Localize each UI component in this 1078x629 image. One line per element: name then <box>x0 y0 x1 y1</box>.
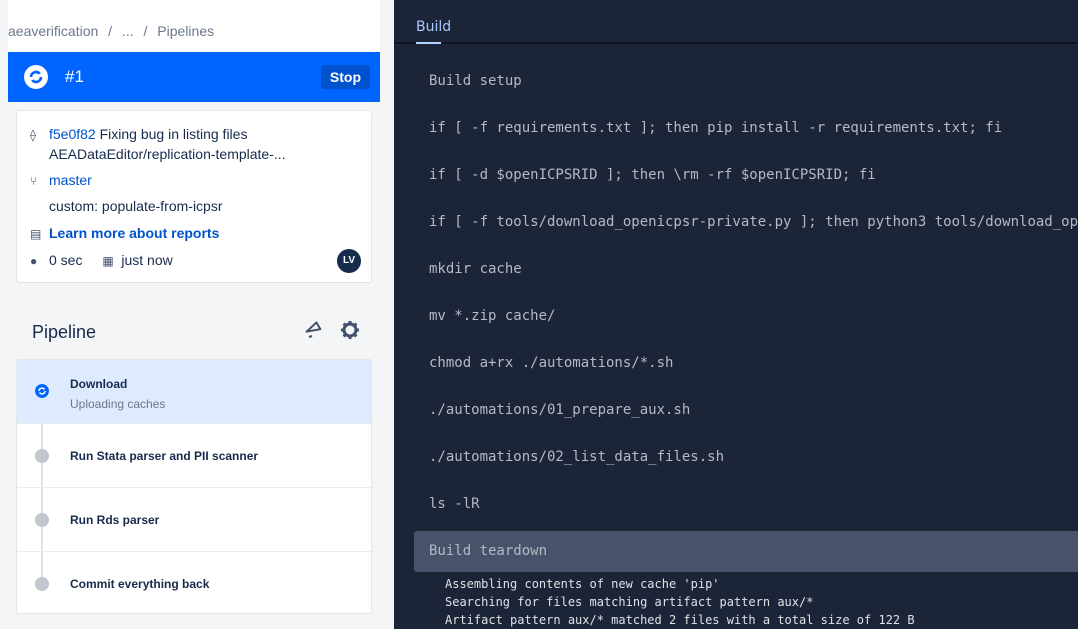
log-command[interactable]: if [ -f tools/download_openicpsr-private… <box>429 214 1078 230</box>
reports-link[interactable]: Learn more about reports <box>49 225 219 241</box>
branch-icon: ⑂ <box>30 174 38 189</box>
meta-row: ● 0 sec ▦ just now <box>30 252 173 268</box>
stop-button[interactable]: Stop <box>320 65 370 89</box>
commit-row: ⟠ f5e0f82 Fixing bug in listing files <box>30 126 247 142</box>
pipeline-steps: Download Uploading caches Run Stata pars… <box>16 359 372 614</box>
calendar-icon: ▦ <box>102 254 114 269</box>
step-name: Commit everything back <box>70 577 210 591</box>
duration: 0 sec <box>49 252 83 268</box>
log-command[interactable]: ls -lR <box>429 496 480 512</box>
run-number: #1 <box>65 67 84 86</box>
breadcrumb-separator: / <box>143 23 148 39</box>
avatar[interactable]: LV <box>337 249 361 273</box>
tab-divider <box>394 42 1078 44</box>
breadcrumb-workspace[interactable]: aeaverification <box>8 23 98 39</box>
pipeline-title: Pipeline <box>32 322 97 342</box>
breadcrumb-ellipsis[interactable]: ... <box>122 23 134 39</box>
step-rds-parser[interactable]: Run Rds parser <box>17 488 371 552</box>
step-name: Run Rds parser <box>70 513 160 527</box>
notification-icon[interactable] <box>304 319 324 341</box>
breadcrumb-pipelines[interactable]: Pipelines <box>157 23 214 39</box>
tab-build[interactable]: Build <box>416 19 451 35</box>
log-command[interactable]: mv *.zip cache/ <box>429 308 555 324</box>
log-command: Build teardown <box>429 543 548 559</box>
breadcrumb: aeaverification / ... / Pipelines <box>8 23 220 39</box>
log-section-teardown[interactable]: Build teardown <box>414 531 1078 572</box>
log-command[interactable]: if [ -f requirements.txt ]; then pip ins… <box>429 120 1002 136</box>
pending-step-icon <box>35 449 49 463</box>
running-step-icon <box>35 384 49 398</box>
log-panel: Build Build setup if [ -f requirements.t… <box>394 0 1078 629</box>
log-command[interactable]: ./automations/01_prepare_aux.sh <box>429 402 690 418</box>
log-line: Searching for files matching artifact pa… <box>445 595 814 609</box>
timestamp: just now <box>121 252 173 268</box>
log-command[interactable]: chmod a+rx ./automations/*.sh <box>429 355 673 371</box>
step-name: Run Stata parser and PII scanner <box>70 449 259 463</box>
commit-icon: ⟠ <box>30 128 36 143</box>
log-command[interactable]: Build setup <box>429 73 522 89</box>
log-command[interactable]: if [ -d $openICPSRID ]; then \rm -rf $op… <box>429 167 876 183</box>
log-command[interactable]: ./automations/02_list_data_files.sh <box>429 449 724 465</box>
pending-step-icon <box>35 577 49 591</box>
log-line: Artifact pattern aux/* matched 2 files w… <box>445 613 915 627</box>
reports-row: ▤ Learn more about reports <box>30 225 219 241</box>
commit-message: Fixing bug in listing files <box>99 126 248 142</box>
step-status: Uploading caches <box>70 397 166 411</box>
breadcrumb-separator: / <box>108 23 113 39</box>
branch-row: ⑂ master <box>30 172 92 188</box>
left-panel: aeaverification / ... / Pipelines #1 Sto… <box>0 0 394 629</box>
running-icon <box>24 65 48 89</box>
commit-card: ⟠ f5e0f82 Fixing bug in listing files AEA… <box>16 110 372 283</box>
active-tab-indicator <box>416 42 441 44</box>
pending-step-icon <box>35 513 49 527</box>
gear-icon[interactable] <box>340 319 360 341</box>
branch-link[interactable]: master <box>49 172 92 188</box>
repo-name: AEADataEditor/replication-template-... <box>49 146 286 162</box>
commit-hash-link[interactable]: f5e0f82 <box>49 126 96 142</box>
run-status-bar: #1 Stop <box>8 52 380 102</box>
report-icon: ▤ <box>30 227 42 242</box>
clock-icon: ● <box>30 254 38 269</box>
step-download[interactable]: Download Uploading caches <box>17 360 371 424</box>
log-line: Assembling contents of new cache 'pip' <box>445 577 720 591</box>
step-name: Download <box>70 377 128 391</box>
step-stata-parser[interactable]: Run Stata parser and PII scanner <box>17 424 371 488</box>
step-commit-back[interactable]: Commit everything back <box>17 552 371 613</box>
log-command[interactable]: mkdir cache <box>429 261 522 277</box>
trigger-link[interactable]: custom: populate-from-icpsr <box>49 198 223 214</box>
